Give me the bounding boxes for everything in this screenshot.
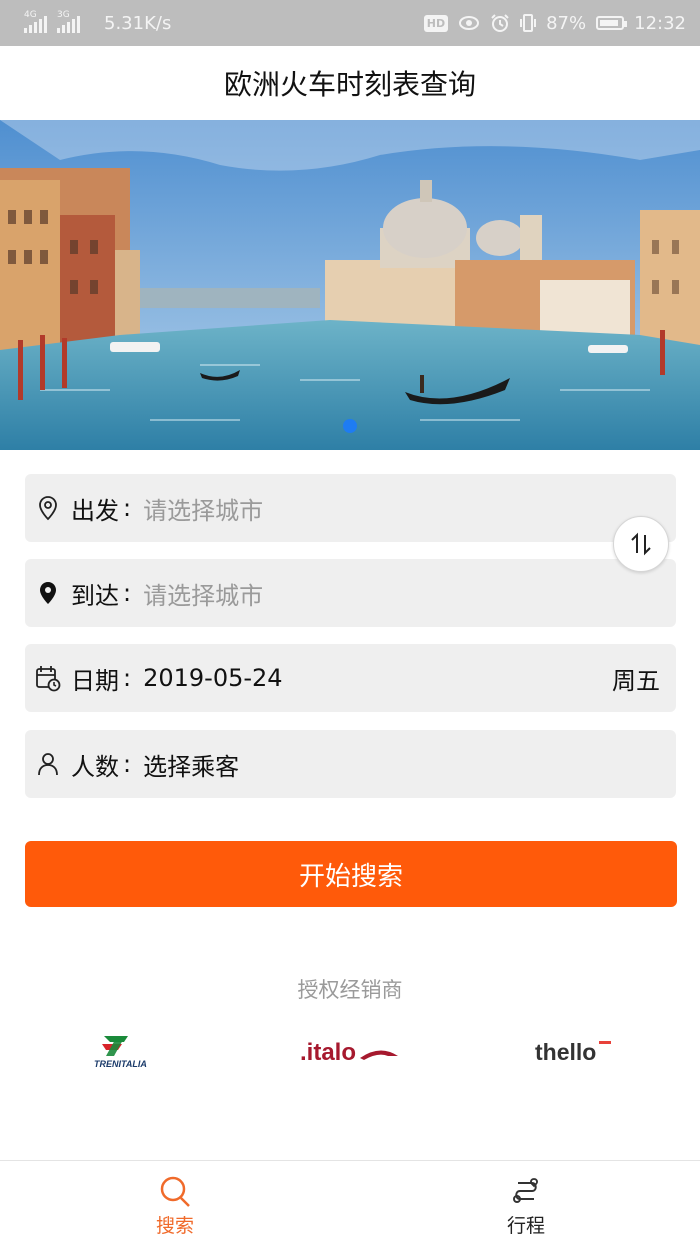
signal-3g-icon: 3G: [57, 10, 80, 33]
trenitalia-logo[interactable]: TRENITALIA: [94, 1030, 164, 1074]
hd-icon: HD: [423, 14, 449, 32]
departure-placeholder: 请选择城市: [143, 496, 264, 525]
arrival-placeholder: 请选择城市: [143, 581, 264, 610]
route-icon: [513, 1178, 538, 1203]
date-colon: :: [123, 664, 132, 692]
search-icon: [160, 1176, 190, 1207]
location-filled-icon: [35, 579, 61, 607]
thello-logo-text: thello: [535, 1039, 596, 1065]
tab-itinerary-label: 行程: [506, 1215, 545, 1237]
departure-colon: :: [123, 494, 132, 522]
thello-logo[interactable]: thello: [535, 1030, 615, 1074]
passengers-field[interactable]: 人数 : 选择乘客: [25, 730, 676, 798]
dealers-title: 授权经销商: [297, 978, 403, 1002]
passengers-label: 人数: [71, 752, 119, 781]
arrival-label: 到达: [71, 581, 119, 610]
arrival-field[interactable]: 到达 : 请选择城市: [25, 559, 676, 627]
date-field[interactable]: 日期 : 2019-05-24 周五: [25, 644, 676, 712]
trenitalia-logo-text: TRENITALIA: [94, 1059, 147, 1069]
swap-vertical-icon: [631, 532, 651, 556]
page-title: 欧洲火车时刻表查询: [0, 46, 700, 120]
weekday: 周五: [612, 666, 660, 695]
passengers-value: 选择乘客: [143, 752, 240, 781]
bottom-tab-bar: 搜索 行程: [0, 1160, 700, 1244]
date-label: 日期: [71, 666, 119, 695]
network-type-1: 4G: [24, 10, 37, 20]
battery-percent: 87%: [546, 12, 587, 34]
swap-cities-button[interactable]: [613, 516, 669, 572]
date-value: 2019-05-24: [143, 664, 283, 692]
eye-icon: [459, 16, 480, 30]
vibrate-icon: [520, 14, 537, 32]
banner-carousel[interactable]: [0, 120, 700, 450]
tab-search[interactable]: 搜索: [115, 1161, 235, 1245]
start-search-button[interactable]: 开始搜索: [25, 841, 677, 907]
signal-4g-icon: 4G: [24, 10, 47, 33]
passengers-colon: :: [123, 750, 132, 778]
italo-logo-text: .italo: [300, 1039, 356, 1066]
calendar-clock-icon: [35, 664, 61, 692]
departure-field[interactable]: 出发 : 请选择城市: [25, 474, 676, 542]
network-speed: 5.31K/s: [104, 12, 172, 34]
italo-logo[interactable]: .italo: [300, 1030, 404, 1074]
tab-search-label: 搜索: [155, 1215, 194, 1237]
network-type-2: 3G: [57, 10, 70, 20]
alarm-icon: [491, 14, 509, 32]
person-icon: [35, 750, 61, 778]
status-bar: 4G 3G 5.31K/s HD 87% 12:32: [0, 0, 700, 46]
location-outline-icon: [35, 494, 61, 522]
departure-label: 出发: [71, 496, 119, 525]
tab-itinerary[interactable]: 行程: [466, 1161, 586, 1245]
arrival-colon: :: [123, 579, 132, 607]
clock: 12:32: [634, 12, 686, 34]
carousel-indicator-dot[interactable]: [343, 419, 357, 433]
battery-icon: [596, 16, 628, 30]
venice-banner-image: [0, 120, 700, 450]
